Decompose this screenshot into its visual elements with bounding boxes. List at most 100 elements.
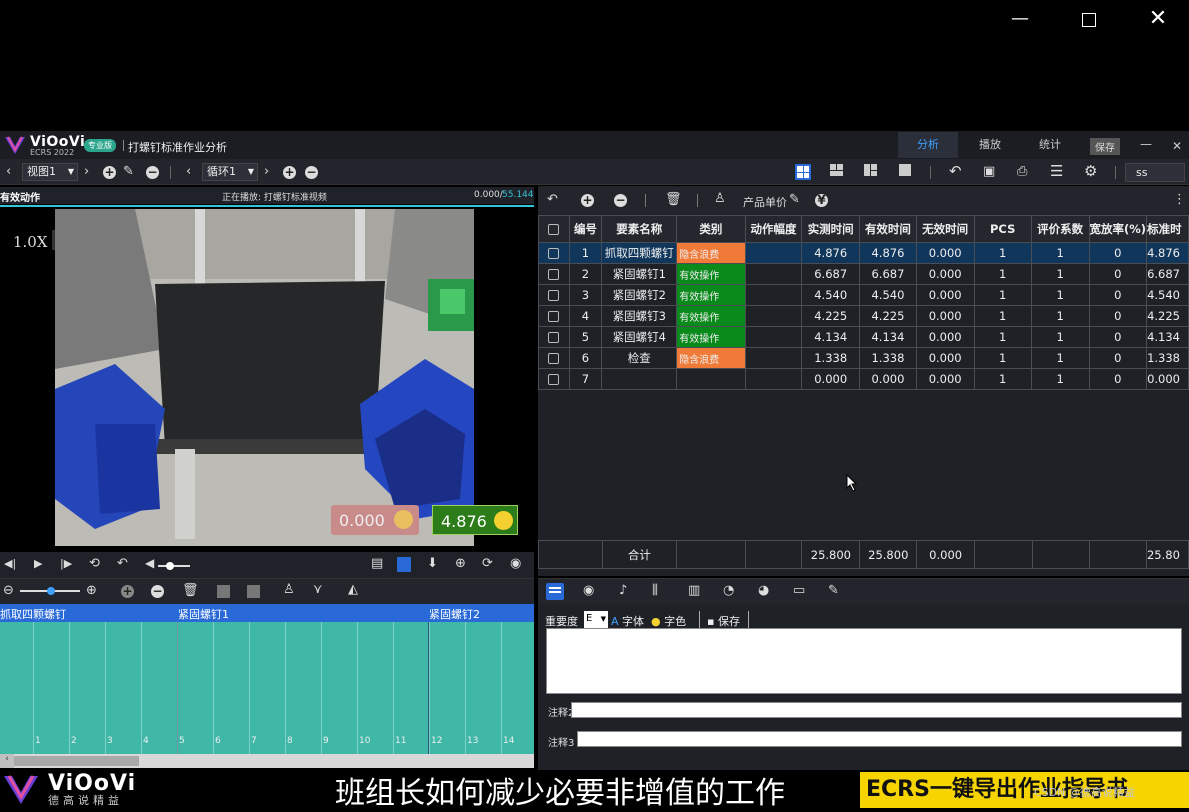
row-checkbox[interactable] [538,263,570,285]
merge-icon[interactable]: ⋎ [313,583,323,596]
cell-coef[interactable]: 1 [1030,305,1090,327]
tab-analysis[interactable]: 分析 [898,132,958,158]
col-header[interactable]: 宽放率(%) [1088,215,1148,243]
row-checkbox[interactable] [538,347,570,369]
cell-allowance[interactable]: 0 [1088,242,1148,264]
table-row[interactable]: 5 紧固螺钉4 有效操作 4.134 4.134 0.000 1 1 0 4.134 [538,326,1189,348]
cell-name[interactable] [601,368,678,390]
pie-chart-icon[interactable]: ◔ [723,584,734,597]
cell-pcs[interactable]: 1 [973,347,1032,369]
doc-active-icon[interactable] [397,557,411,572]
add-row-icon[interactable]: + [581,194,594,207]
cell-measured[interactable]: 0.000 [801,368,861,390]
gauge-icon[interactable]: ◕ [758,584,769,597]
cell-effective[interactable]: 6.687 [859,263,917,285]
cell-std[interactable]: 1.338 [1146,347,1189,369]
remove-row-icon[interactable]: − [614,194,627,207]
rewind-icon[interactable]: ↶ [117,557,128,570]
cell-allowance[interactable]: 0 [1088,305,1148,327]
prev-loop-icon[interactable]: ‹ [186,165,191,178]
sliders-icon[interactable]: ⫼ [652,584,658,597]
timeline-zoom-handle[interactable] [47,587,55,595]
volume-icon[interactable]: ◀ [145,557,154,569]
print-icon[interactable]: ⎙ [1017,165,1027,178]
tab-statistics[interactable]: 统计 [1020,132,1080,158]
cell-category[interactable]: 有效操作 [676,326,746,348]
minimize-window-icon[interactable]: — [1005,8,1035,29]
edit-price-icon[interactable]: ✎ [789,193,800,206]
maximize-window-icon[interactable] [1082,13,1096,27]
note3-input[interactable] [577,731,1182,747]
note2-input[interactable] [571,702,1182,718]
minus-box-icon[interactable] [217,585,230,598]
cell-effective[interactable]: 4.876 [859,242,917,264]
app-close-icon[interactable]: ✕ [1172,139,1182,153]
note-main-textarea[interactable] [546,628,1182,694]
cell-amplitude[interactable] [744,284,803,306]
cell-std[interactable]: 4.134 [1146,326,1189,348]
row-checkbox[interactable] [538,242,570,264]
step-back-icon[interactable]: ◀| [4,558,16,569]
play-icon[interactable]: ▶ [34,558,42,569]
app-minimize-icon[interactable]: — [1140,137,1152,151]
cell-allowance[interactable]: 0 [1088,347,1148,369]
timeline-track[interactable]: 1 2 3 4 5 6 7 8 9 10 11 12 13 14 [0,622,534,754]
scroll-thumb[interactable] [14,756,139,766]
cell-coef[interactable]: 1 [1030,347,1090,369]
cell-measured[interactable]: 1.338 [801,347,861,369]
remove-view-icon[interactable]: − [146,166,159,179]
cell-pcs[interactable]: 1 [973,242,1032,264]
cell-category[interactable]: 隐含浪费 [676,242,746,264]
col-header[interactable]: PCS [973,215,1032,243]
bar-chart-icon[interactable]: ▥ [688,584,700,597]
cell-measured[interactable]: 4.225 [801,305,861,327]
prev-view-icon[interactable]: ‹ [6,165,11,178]
cell-coef[interactable]: 1 [1030,368,1090,390]
timeline-scrollbar[interactable]: ‹ [0,754,534,768]
cell-invalid[interactable]: 0.000 [915,368,975,390]
cell-coef[interactable]: 1 [1030,242,1090,264]
col-header[interactable]: 要素名称 [601,215,678,243]
edit-view-icon[interactable]: ✎ [123,165,134,178]
view-select[interactable]: 视图1 ▼ [22,163,78,181]
col-header[interactable]: 动作幅度 [744,215,803,243]
cell-invalid[interactable]: 0.000 [915,326,975,348]
person-icon[interactable]: ♙ [714,192,726,205]
cell-pcs[interactable]: 1 [973,368,1032,390]
cell-amplitude[interactable] [744,368,803,390]
tab-play[interactable]: 播放 [960,132,1020,158]
font-button[interactable]: A 字体 [611,613,644,629]
cell-effective[interactable]: 4.225 [859,305,917,327]
close-box-icon[interactable] [247,585,260,598]
col-header[interactable]: 评价系数 [1030,215,1090,243]
video-progress-bar[interactable] [0,205,534,207]
cell-std[interactable]: 0.000 [1146,368,1189,390]
row-checkbox[interactable] [538,326,570,348]
save-button[interactable]: 保存 [1090,138,1120,155]
cell-effective[interactable]: 1.338 [859,347,917,369]
cell-category[interactable]: 隐含浪费 [676,347,746,369]
add-view-icon[interactable]: + [103,166,116,179]
cell-invalid[interactable]: 0.000 [915,347,975,369]
cell-measured[interactable]: 4.540 [801,284,861,306]
layout-quad-icon[interactable] [795,164,811,180]
col-header[interactable]: 编号 [568,215,603,243]
cell-category[interactable]: 有效操作 [676,284,746,306]
person-icon[interactable]: ♙ [283,583,295,596]
cell-amplitude[interactable] [744,263,803,285]
cell-effective[interactable]: 4.134 [859,326,917,348]
cell-coef[interactable]: 1 [1030,263,1090,285]
volume-handle[interactable] [166,562,174,570]
loop-play-icon[interactable]: ⟲ [89,557,100,570]
cell-allowance[interactable]: 0 [1088,326,1148,348]
col-header[interactable]: 无效时间 [915,215,975,243]
camera-icon[interactable]: ◉ [583,584,594,597]
cell-pcs[interactable]: 1 [973,284,1032,306]
cell-std[interactable]: 4.876 [1146,242,1189,264]
notes-tab-icon[interactable] [546,583,564,600]
table-row[interactable]: 4 紧固螺钉3 有效操作 4.225 4.225 0.000 1 1 0 4.225 [538,305,1189,327]
cell-measured[interactable]: 4.876 [801,242,861,264]
cell-invalid[interactable]: 0.000 [915,263,975,285]
table-row[interactable]: 7 0.000 0.000 0.000 1 1 0 0.000 [538,368,1189,390]
table-row[interactable]: 1 抓取四颗螺钉 隐含浪费 4.876 4.876 0.000 1 1 0 4.876 [538,242,1189,264]
